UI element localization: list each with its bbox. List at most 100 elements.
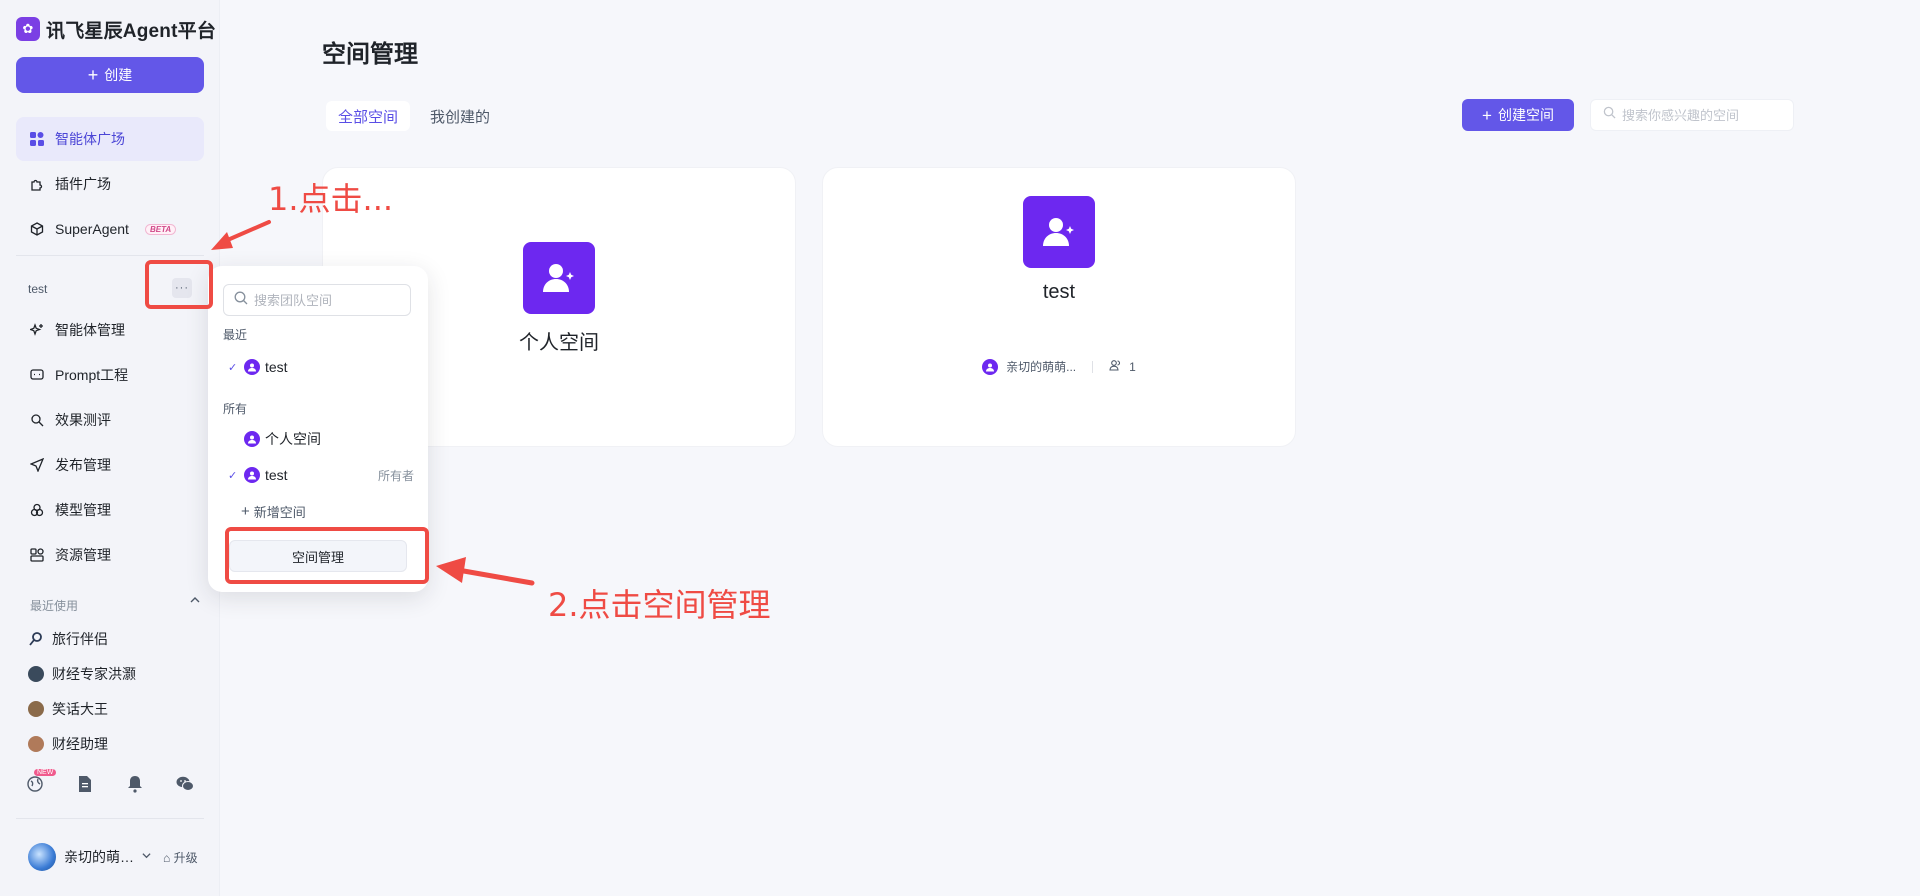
avatar bbox=[28, 843, 56, 871]
sidebar-item-label: 资源管理 bbox=[55, 547, 111, 563]
user-profile[interactable]: 亲切的萌… ⌂ 升级 bbox=[28, 843, 198, 871]
sidebar-item-plugin-square[interactable]: 插件广场 bbox=[16, 162, 204, 206]
space-avatar-icon bbox=[244, 359, 260, 375]
globe-icon[interactable]: NEW bbox=[26, 769, 57, 793]
sidebar-item-agent-management[interactable]: 智能体管理 bbox=[16, 308, 204, 352]
new-badge: NEW bbox=[34, 769, 57, 776]
sidebar-item-agent-square[interactable]: 智能体广场 bbox=[16, 117, 204, 161]
owner-avatar-icon bbox=[982, 358, 999, 375]
popup-section-all: 所有 bbox=[223, 402, 248, 416]
cube-icon bbox=[29, 221, 45, 237]
recent-section-label: 最近使用 bbox=[30, 599, 79, 613]
space-search[interactable] bbox=[1590, 99, 1794, 131]
beta-badge: BETA bbox=[144, 223, 177, 235]
check-icon: ✓ bbox=[228, 361, 238, 374]
sidebar-item-resource[interactable]: 资源管理 bbox=[16, 533, 204, 577]
brand-logo-icon: ✿ bbox=[16, 17, 40, 41]
plus-icon: + bbox=[87, 65, 99, 85]
annotation-arrow-1 bbox=[211, 220, 271, 250]
recent-item[interactable]: 笑话大王 bbox=[28, 696, 108, 722]
sidebar-item-prompt[interactable]: Prompt工程 bbox=[16, 353, 204, 397]
document-icon[interactable] bbox=[76, 775, 94, 793]
search-icon bbox=[234, 291, 248, 310]
popup-item-label: 个人空间 bbox=[265, 431, 321, 447]
popup-item-label: test bbox=[265, 467, 288, 483]
search-avatar-icon bbox=[28, 631, 44, 647]
team-space-search[interactable] bbox=[223, 284, 411, 316]
search-input[interactable] bbox=[254, 292, 404, 308]
resource-icon bbox=[29, 547, 45, 563]
wechat-icon[interactable] bbox=[176, 775, 194, 793]
recent-item[interactable]: 财经助理 bbox=[28, 731, 108, 757]
sidebar-item-superagent[interactable]: SuperAgent BETA bbox=[16, 207, 204, 251]
brand-name: 讯飞星辰Agent平台 bbox=[46, 20, 217, 42]
card-meta: 亲切的萌萌... 1 bbox=[823, 358, 1295, 375]
sidebar-item-label: 发布管理 bbox=[55, 457, 111, 473]
avatar bbox=[28, 701, 44, 717]
add-space-button[interactable]: + 新增空间 bbox=[241, 502, 306, 521]
evaluate-icon bbox=[29, 412, 45, 428]
recent-item-label: 财经助理 bbox=[52, 736, 108, 752]
divider bbox=[16, 255, 204, 256]
sidebar-item-publish[interactable]: 发布管理 bbox=[16, 443, 204, 487]
brand[interactable]: ✿ 讯飞星辰Agent平台 bbox=[16, 16, 216, 42]
owner-name: 亲切的萌萌... bbox=[1006, 360, 1077, 374]
plus-icon: + bbox=[241, 503, 250, 520]
send-icon bbox=[29, 457, 45, 473]
role-tag: 所有者 bbox=[377, 468, 414, 483]
chevron-up-icon[interactable] bbox=[190, 594, 200, 608]
sidebar-item-label: 智能体广场 bbox=[55, 131, 125, 147]
grid-icon bbox=[29, 131, 45, 147]
avatar bbox=[28, 736, 44, 752]
annotation-highlight-more bbox=[145, 260, 213, 309]
popup-section-recent: 最近 bbox=[223, 328, 248, 342]
upgrade-label: 升级 bbox=[173, 850, 198, 865]
user-name: 亲切的萌… bbox=[64, 849, 134, 865]
team-label: test bbox=[28, 282, 48, 296]
create-button[interactable]: + 创建 bbox=[16, 57, 204, 93]
sidebar-item-model[interactable]: 模型管理 bbox=[16, 488, 204, 532]
model-icon bbox=[29, 502, 45, 518]
create-space-button[interactable]: + 创建空间 bbox=[1462, 99, 1574, 131]
space-card-test[interactable]: test 亲切的萌萌... 1 bbox=[822, 167, 1296, 447]
space-avatar-icon bbox=[244, 431, 260, 447]
add-space-label: 新增空间 bbox=[253, 505, 306, 520]
annotation-arrow-2 bbox=[436, 557, 535, 586]
recent-item[interactable]: 旅行伴侣 bbox=[28, 626, 108, 652]
tab-my-spaces[interactable]: 我创建的 bbox=[418, 101, 502, 131]
upgrade-icon: ⌂ bbox=[163, 850, 171, 865]
create-button-label: 创建 bbox=[104, 67, 133, 83]
upgrade-button[interactable]: ⌂ 升级 bbox=[163, 849, 198, 866]
card-title: test bbox=[1042, 281, 1076, 303]
popup-item-label: test bbox=[265, 359, 288, 375]
check-icon: ✓ bbox=[228, 469, 238, 482]
avatar bbox=[28, 666, 44, 682]
recent-item[interactable]: 财经专家洪灏 bbox=[28, 661, 136, 687]
divider bbox=[1092, 360, 1094, 373]
user-add-icon bbox=[523, 242, 595, 314]
annotation-step-1: 1.点击... bbox=[268, 180, 394, 218]
sidebar: ✿ 讯飞星辰Agent平台 + 创建 智能体广场 插件广场 SuperAgent… bbox=[0, 0, 220, 896]
recent-item-label: 财经专家洪灏 bbox=[52, 666, 136, 682]
divider bbox=[16, 818, 204, 819]
user-add-icon bbox=[1023, 196, 1095, 268]
tab-all-spaces[interactable]: 全部空间 bbox=[326, 101, 411, 131]
sidebar-item-label: SuperAgent bbox=[55, 221, 129, 237]
annotation-step-2: 2.点击空间管理 bbox=[548, 586, 771, 624]
chevron-down-icon[interactable] bbox=[142, 851, 151, 863]
bottom-toolbar: NEW bbox=[26, 769, 194, 793]
sidebar-item-label: Prompt工程 bbox=[55, 367, 129, 383]
sidebar-item-label: 插件广场 bbox=[55, 176, 111, 192]
members-icon bbox=[1109, 359, 1121, 374]
popup-all-item[interactable]: ✓ test 所有者 bbox=[228, 461, 414, 489]
search-input[interactable] bbox=[1622, 107, 1782, 123]
bell-icon[interactable] bbox=[126, 775, 144, 793]
plus-icon: + bbox=[1482, 105, 1492, 125]
create-space-label: 创建空间 bbox=[1497, 107, 1554, 123]
popup-all-item[interactable]: 个人空间 bbox=[228, 425, 414, 453]
recent-item-label: 笑话大王 bbox=[52, 701, 108, 717]
space-avatar-icon bbox=[244, 467, 260, 483]
popup-recent-item[interactable]: ✓ test bbox=[228, 353, 414, 381]
sidebar-item-evaluation[interactable]: 效果测评 bbox=[16, 398, 204, 442]
recent-item-label: 旅行伴侣 bbox=[52, 631, 108, 647]
